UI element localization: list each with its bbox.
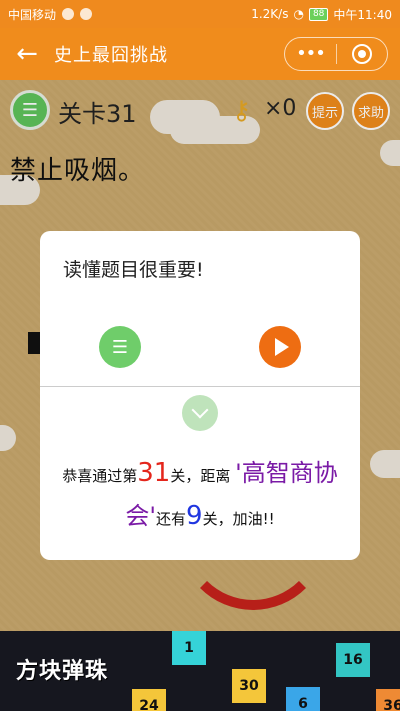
notification-icon <box>80 8 93 20</box>
ad-tile: 36 <box>376 689 400 711</box>
page-title: 史上最囧挑战 <box>54 45 168 66</box>
list-icon: ☰ <box>111 336 129 358</box>
progress-message: 恭喜通过第31关，距离 '高智商协会'还有9关，加油!! <box>40 453 360 539</box>
ad-tile: 24 <box>132 689 166 711</box>
next-level-play-button[interactable] <box>259 326 301 368</box>
msg-text: 还有 <box>156 510 187 528</box>
signal-icon <box>62 8 75 20</box>
status-bar: 中国移动 1.2K/s ◔ 88 中午11:40 <box>0 0 400 28</box>
wifi-icon: ◔ <box>293 7 304 21</box>
target-icon <box>351 44 372 64</box>
more-options-button[interactable]: ••• <box>285 45 336 63</box>
ad-tile: 1 <box>172 631 206 665</box>
battery-icon: 88 <box>308 7 329 21</box>
current-level-number: 31 <box>137 458 171 488</box>
back-arrow-icon[interactable]: ← <box>0 28 54 80</box>
level-list-button[interactable]: ☰ <box>99 326 141 368</box>
close-mini-program-button[interactable] <box>337 44 387 64</box>
ad-tile: 6 <box>286 687 320 711</box>
dialog-title: 读懂题目很重要! <box>63 259 204 281</box>
msg-text: 关，距离 <box>170 467 231 485</box>
clock-time: 中午11:40 <box>333 7 392 22</box>
ad-banner[interactable]: 方块弹珠 1 16 30 24 6 36 <box>0 631 400 711</box>
chevron-down-icon[interactable] <box>182 395 218 431</box>
ad-tile: 16 <box>336 643 370 677</box>
msg-text: 恭喜通过第 <box>62 467 138 485</box>
carrier-label: 中国移动 <box>8 7 57 22</box>
network-speed: 1.2K/s <box>251 7 289 21</box>
msg-text: 关，加油!! <box>202 510 275 528</box>
level-complete-dialog: 读懂题目很重要! ☰ 恭喜通过第31关，距离 '高智商协会'还有9关，加油!! <box>40 231 360 560</box>
mini-program-capsule: ••• <box>284 37 388 71</box>
ad-tile: 30 <box>232 669 266 703</box>
dialog-divider <box>40 386 360 387</box>
nav-bar: ← 史上最囧挑战 ••• <box>0 28 400 80</box>
remaining-levels-number: 9 <box>186 501 203 531</box>
ad-title: 方块弹珠 <box>16 659 109 684</box>
